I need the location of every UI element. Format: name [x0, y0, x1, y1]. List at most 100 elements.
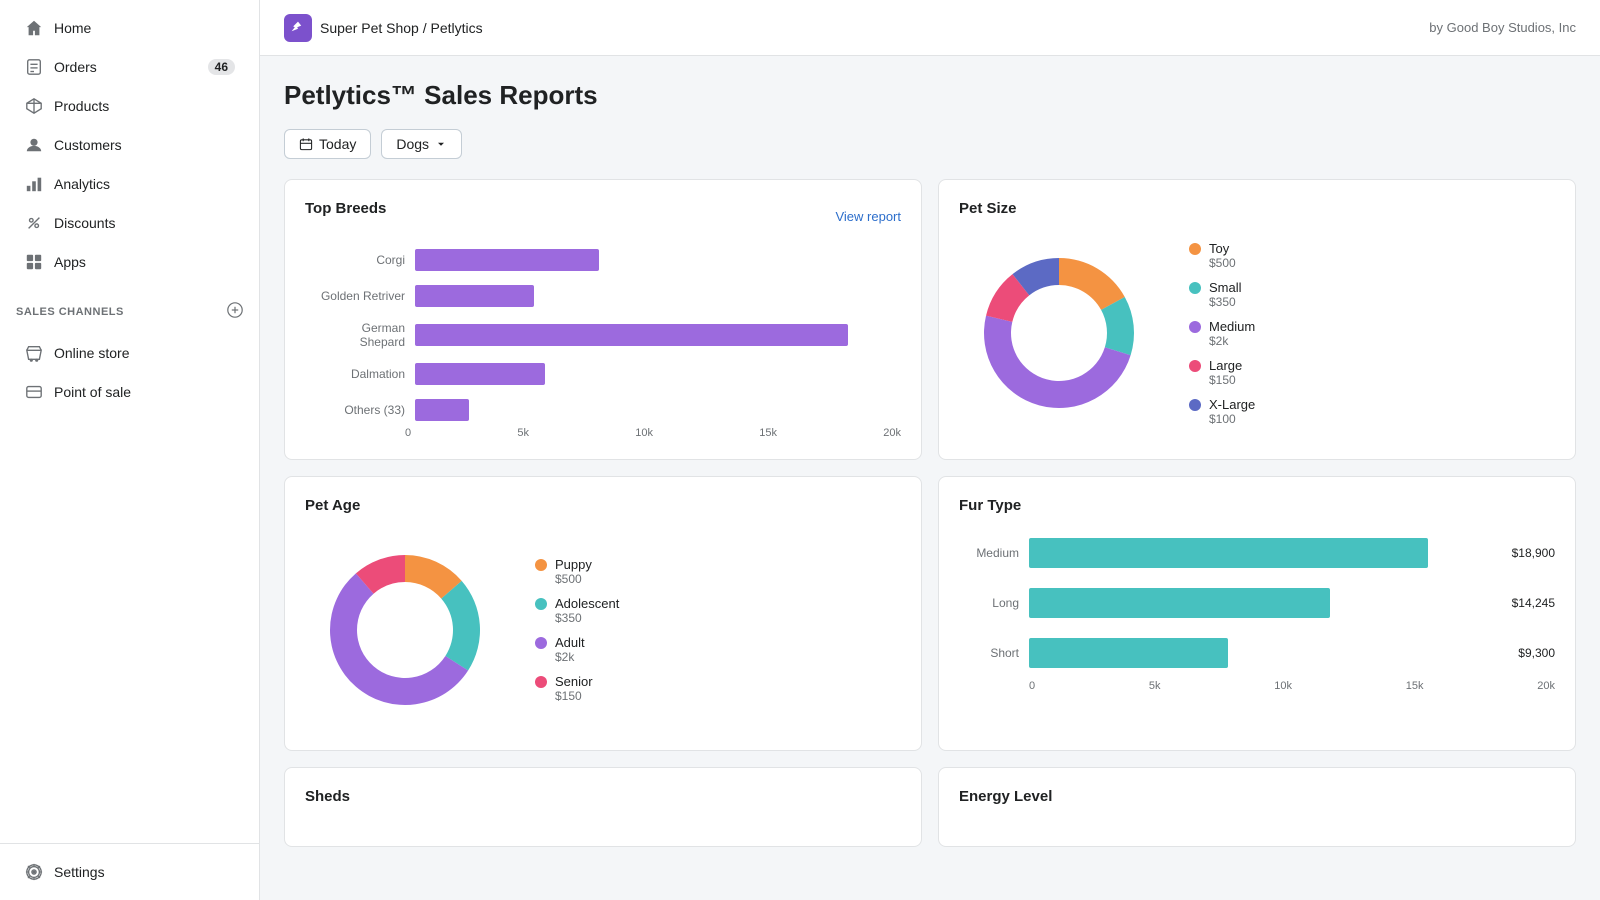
breed-track [415, 324, 891, 346]
legend-dot [1189, 360, 1201, 372]
breed-axis-label: 15k [759, 427, 777, 439]
sidebar-item-products[interactable]: Products [8, 87, 251, 125]
breed-bar-row: Dalmation [315, 363, 891, 385]
legend-label: Toy [1209, 241, 1236, 256]
fur-axis-label: 5k [1149, 680, 1161, 692]
legend-item: Senior $150 [535, 674, 619, 703]
breed-label: Others (33) [315, 403, 405, 417]
legend-label: Adult [555, 635, 585, 650]
legend-dot [535, 637, 547, 649]
legend-label: Small [1209, 280, 1242, 295]
breed-track [415, 285, 891, 307]
breed-axis-label: 0 [405, 427, 411, 439]
legend-item: Toy $500 [1189, 241, 1255, 270]
date-filter-button[interactable]: Today [284, 129, 371, 159]
sidebar-item-orders[interactable]: Orders 46 [8, 48, 251, 86]
topbar-left: Super Pet Shop / Petlytics [284, 14, 483, 42]
calendar-icon [299, 137, 313, 151]
fur-label: Medium [959, 546, 1019, 560]
pet-size-title: Pet Size [959, 200, 1555, 217]
sidebar-item-online-store[interactable]: Online store [8, 334, 251, 372]
breed-fill [415, 324, 848, 346]
legend-dot [1189, 243, 1201, 255]
legend-dot [1189, 282, 1201, 294]
breed-label: Golden Retriver [315, 289, 405, 303]
sidebar-item-customers[interactable]: Customers [8, 126, 251, 164]
fur-axis-label: 15k [1406, 680, 1424, 692]
fur-axis: 05k10k15k20k [959, 676, 1555, 692]
sidebar-item-settings[interactable]: Settings [8, 853, 251, 891]
main-content: Super Pet Shop / Petlytics by Good Boy S… [260, 0, 1600, 900]
donut-center [359, 584, 451, 676]
breed-label: Corgi [315, 253, 405, 267]
customers-icon [24, 135, 44, 155]
top-breeds-title: Top Breeds [305, 200, 386, 217]
fur-type-title: Fur Type [959, 497, 1555, 514]
legend-label: Senior [555, 674, 593, 689]
topbar-right: by Good Boy Studios, Inc [1429, 20, 1576, 35]
filters-bar: Today Dogs [284, 129, 1576, 159]
orders-badge: 46 [208, 59, 235, 75]
sidebar-item-analytics[interactable]: Analytics [8, 165, 251, 203]
legend-dot [1189, 321, 1201, 333]
fur-value: $9,300 [1518, 646, 1555, 660]
legend-value: $150 [1209, 373, 1242, 387]
sidebar-item-point-of-sale[interactable]: Point of sale [8, 373, 251, 411]
legend-value: $500 [1209, 256, 1236, 270]
fur-track [1029, 588, 1494, 618]
fur-type-card: Fur Type Medium $18,900 Long $14,245 Sho… [938, 476, 1576, 751]
bottom-cards: Sheds Energy Level [284, 767, 1576, 847]
energy-level-title: Energy Level [959, 788, 1555, 805]
legend-text-group: X-Large $100 [1209, 397, 1255, 426]
discounts-icon [24, 213, 44, 233]
breed-track [415, 249, 891, 271]
fur-value: $14,245 [1512, 596, 1555, 610]
breed-axis-label: 20k [883, 427, 901, 439]
fur-bar-row: Medium $18,900 [959, 538, 1555, 568]
legend-text-group: Large $150 [1209, 358, 1242, 387]
top-breeds-chart: Corgi Golden Retriver German Shepard Dal… [305, 249, 901, 421]
fur-bar-row: Long $14,245 [959, 588, 1555, 618]
legend-item: Adult $2k [535, 635, 619, 664]
legend-item: X-Large $100 [1189, 397, 1255, 426]
legend-item: Adolescent $350 [535, 596, 619, 625]
orders-icon [24, 57, 44, 77]
breed-bar-row: German Shepard [315, 321, 891, 349]
legend-item: Puppy $500 [535, 557, 619, 586]
pet-size-donut-chart [959, 233, 1159, 433]
legend-dot [1189, 399, 1201, 411]
legend-item: Medium $2k [1189, 319, 1255, 348]
fur-fill [1029, 538, 1428, 568]
pet-age-card: Pet Age Puppy $500 Adolescent $350 [284, 476, 922, 751]
fur-axis-label: 0 [1029, 680, 1035, 692]
pet-size-legend: Toy $500 Small $350 Medium $2k Large [1189, 241, 1255, 426]
legend-value: $2k [1209, 334, 1255, 348]
charts-grid: Top Breeds View report Corgi Golden Retr… [284, 179, 1576, 751]
legend-text-group: Puppy $500 [555, 557, 592, 586]
legend-text-group: Small $350 [1209, 280, 1242, 309]
sidebar-item-home[interactable]: Home [8, 9, 251, 47]
fur-label: Long [959, 596, 1019, 610]
sales-channels-header: SALES CHANNELS [0, 290, 259, 325]
sidebar-item-discounts[interactable]: Discounts [8, 204, 251, 242]
category-filter-select[interactable]: Dogs [381, 129, 462, 159]
breed-fill [415, 363, 545, 385]
legend-value: $500 [555, 572, 592, 586]
breed-fill [415, 399, 469, 421]
pet-size-donut-container: Toy $500 Small $350 Medium $2k Large [959, 233, 1555, 433]
breed-track [415, 399, 891, 421]
breed-label: Dalmation [315, 367, 405, 381]
legend-value: $350 [555, 611, 619, 625]
legend-label: Medium [1209, 319, 1255, 334]
settings-icon [24, 862, 44, 882]
fur-type-chart: Medium $18,900 Long $14,245 Short $9,300 [959, 530, 1555, 676]
view-report-link[interactable]: View report [835, 209, 901, 224]
add-sales-channel-icon[interactable] [227, 302, 243, 321]
legend-text-group: Adolescent $350 [555, 596, 619, 625]
energy-level-card: Energy Level [938, 767, 1576, 847]
sidebar-item-apps[interactable]: Apps [8, 243, 251, 281]
legend-label: Large [1209, 358, 1242, 373]
chevron-down-icon [435, 138, 447, 150]
apps-icon [24, 252, 44, 272]
breed-bar-row: Corgi [315, 249, 891, 271]
